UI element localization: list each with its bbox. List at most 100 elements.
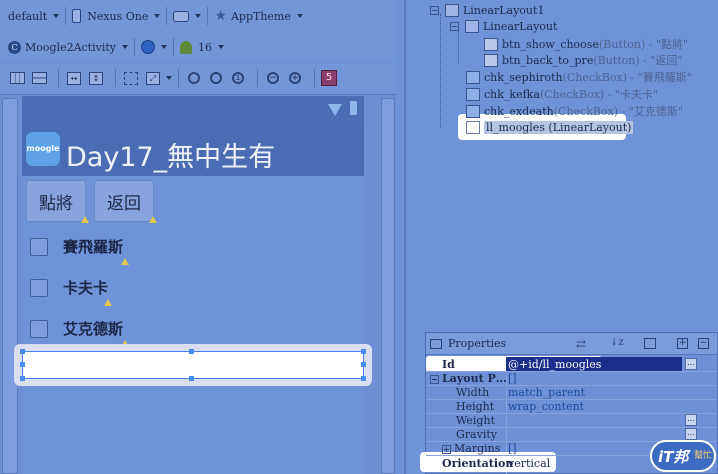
outline-type: (CheckBox) - "卡夫卡" [539, 88, 659, 101]
toolbar-activity: C Moogle2Activity 16 [0, 33, 396, 61]
divider [115, 69, 116, 87]
tree-connector [440, 14, 441, 128]
property-label: Margins [454, 441, 501, 455]
zoom-fit-icon[interactable] [185, 69, 203, 87]
show-advanced-icon[interactable]: ⇄ [576, 337, 586, 351]
activity-icon: C [8, 40, 21, 54]
expand-all-icon[interactable]: + [677, 338, 688, 349]
collapse-icon[interactable]: − [430, 374, 439, 384]
collapse-icon[interactable]: − [450, 21, 459, 31]
show-choose-button[interactable]: 點將 [26, 180, 86, 222]
locale-dropdown[interactable] [141, 33, 167, 61]
linearlayout-icon [465, 19, 479, 33]
outline-item-chk-sephiroth[interactable]: chk_sephiroth (CheckBox) - "賽飛羅斯" [466, 69, 692, 85]
property-name: + Margins [426, 442, 508, 455]
warning-count-badge[interactable]: 5 [321, 70, 337, 86]
margins-icon[interactable] [122, 69, 140, 87]
kefka-label: 卡夫卡 [63, 279, 109, 297]
outline-label: btn_show_choose [502, 37, 599, 51]
chevron-down-icon [122, 45, 128, 49]
property-row-layout-params[interactable]: − Layout P… [] [426, 371, 717, 385]
activity-dropdown[interactable]: C Moogle2Activity [0, 33, 128, 61]
property-name: Width [456, 385, 490, 399]
toolbar-config: default Nexus One ★ AppTheme [0, 0, 396, 32]
api-level-dropdown[interactable]: 16 [180, 33, 224, 61]
collapse-all-icon[interactable]: − [698, 338, 709, 349]
orientation-dropdown[interactable] [173, 0, 202, 32]
outline-item-chk-kefka[interactable]: chk_kefka (CheckBox) - "卡夫卡" [466, 86, 658, 102]
api-level-label: 16 [198, 40, 212, 54]
warning-icon [81, 216, 89, 223]
sephiroth-checkbox[interactable] [30, 238, 48, 256]
ellipsis-button[interactable]: … [685, 428, 697, 440]
property-value[interactable]: match_parent [508, 386, 717, 399]
resize-handle[interactable] [361, 362, 366, 367]
chevron-down-icon [218, 45, 224, 49]
globe-icon [141, 40, 155, 54]
outline-type: (CheckBox) - "賽飛羅斯" [562, 71, 692, 84]
resize-handle[interactable] [189, 349, 194, 354]
outline-item-ll-moogles[interactable]: ll_moogles (LinearLayout) [466, 119, 634, 135]
property-row-width[interactable]: Width match_parent [426, 385, 717, 399]
outline-label: LinearLayout [483, 19, 558, 33]
property-row-weight[interactable]: Weight [426, 413, 717, 427]
resize-handle[interactable] [20, 376, 25, 381]
sort-icon[interactable]: ↓z [610, 337, 624, 348]
resize-handle[interactable] [20, 362, 25, 367]
resize-handle[interactable] [361, 349, 366, 354]
property-name: Id [442, 357, 455, 371]
scrollbar-left[interactable] [2, 98, 18, 474]
layout-vertical-icon[interactable] [30, 69, 48, 87]
divider [65, 7, 67, 25]
scrollbar-right[interactable] [381, 98, 395, 474]
outline-item-linearlayout1[interactable]: − LinearLayout1 [430, 2, 544, 18]
resize-handle[interactable] [20, 349, 25, 354]
app-title: Day17_無中生有 [66, 142, 276, 173]
config-dropdown[interactable]: default [0, 0, 60, 32]
filter-icon[interactable] [644, 338, 656, 349]
chevron-down-icon [296, 14, 303, 18]
watermark-brand: iT邦 [658, 448, 689, 466]
expand-icon[interactable]: + [442, 444, 451, 454]
fill-width-icon[interactable]: ↔ [65, 69, 83, 87]
ellipsis-button[interactable]: … [685, 358, 697, 370]
property-value[interactable]: wrap_content [508, 400, 717, 413]
zoom-actual-icon[interactable] [207, 69, 225, 87]
layout-horizontal-icon[interactable] [8, 69, 26, 87]
ll-moogles-layout[interactable] [20, 349, 366, 381]
button-icon [484, 53, 498, 67]
checkbox-icon [466, 70, 480, 84]
checkbox-icon [466, 87, 480, 101]
outline-item-linearlayout[interactable]: − LinearLayout [450, 18, 557, 34]
outline-item-chk-exdeath[interactable]: chk_exdeath (CheckBox) - "艾克德斯" [466, 103, 683, 119]
chevron-down-icon[interactable] [166, 76, 172, 80]
collapse-icon[interactable]: − [430, 5, 439, 15]
outline-item-btn-back-to-pre[interactable]: btn_back_to_pre (Button) - "返回" [484, 52, 682, 68]
resize-icon[interactable]: ⤢ [144, 69, 162, 87]
kefka-checkbox[interactable] [30, 279, 48, 297]
outline-item-btn-show-choose[interactable]: btn_show_choose (Button) - "點將" [484, 36, 688, 52]
property-row-id[interactable]: Id @+id/ll_moogles [426, 357, 717, 371]
divider [314, 69, 315, 87]
property-row-gravity[interactable]: Gravity [426, 427, 717, 441]
resize-handle[interactable] [189, 376, 194, 381]
fill-height-icon[interactable]: ↕ [87, 69, 105, 87]
device-dropdown[interactable]: Nexus One [72, 0, 161, 32]
divider [173, 38, 174, 56]
zoom-in-icon[interactable]: + [286, 69, 304, 87]
theme-dropdown[interactable]: ★ AppTheme [214, 0, 303, 32]
watermark-sub: 幫忙 [694, 451, 713, 461]
property-value[interactable]: [] [508, 372, 717, 385]
outline-label: chk_kefka [484, 87, 540, 101]
zoom-100-icon[interactable]: 1 [229, 69, 247, 87]
exdeath-checkbox[interactable] [30, 320, 48, 338]
resize-handle[interactable] [361, 376, 366, 381]
zoom-out-icon[interactable]: − [264, 69, 282, 87]
property-row-height[interactable]: Height wrap_content [426, 399, 717, 413]
ellipsis-button[interactable]: … [685, 414, 697, 426]
outline-type: (CheckBox) - "艾克德斯" [553, 105, 683, 118]
properties-header: Properties ⇄ ↓z + − [426, 333, 717, 355]
back-to-pre-button[interactable]: 返回 [94, 180, 154, 222]
properties-title: Properties [448, 337, 507, 350]
divider [58, 69, 59, 87]
